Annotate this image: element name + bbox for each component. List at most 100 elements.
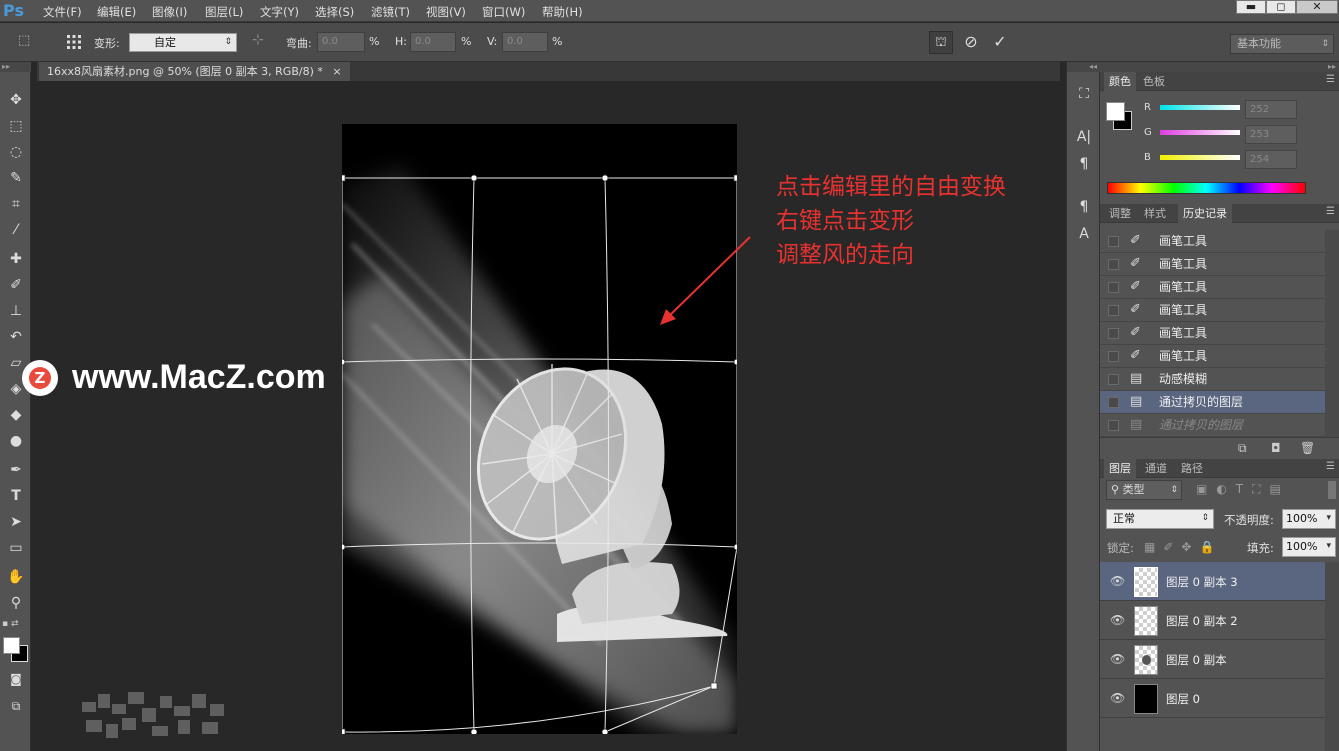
h-distortion-input[interactable]: 0.0 [410, 32, 456, 52]
layer-row[interactable]: 👁 图层 0 [1100, 679, 1325, 718]
blur-tool-icon[interactable]: ◆ [5, 405, 27, 425]
close-document-icon[interactable]: × [332, 65, 341, 78]
menu-select[interactable]: 选择(S) [315, 4, 354, 20]
history-checkbox[interactable] [1108, 259, 1119, 270]
commit-transform-icon[interactable]: ✓ [990, 32, 1010, 52]
quick-selection-tool-icon[interactable]: ✎ [5, 168, 27, 188]
collapse-arrows-icon[interactable]: ▸▸ [0, 62, 31, 72]
layer-name[interactable]: 图层 0 副本 2 [1166, 613, 1238, 629]
brush-tool-icon[interactable]: ✐ [5, 275, 27, 295]
lasso-tool-icon[interactable]: ◌ [5, 142, 27, 162]
history-checkbox[interactable] [1108, 305, 1119, 316]
history-item[interactable]: ✐ 画笔工具 [1100, 299, 1325, 322]
menu-filter[interactable]: 滤镜(T) [371, 4, 410, 20]
channel-g-slider[interactable] [1160, 130, 1240, 135]
menu-help[interactable]: 帮助(H) [542, 4, 583, 20]
foreground-color-swatch[interactable] [3, 637, 20, 654]
tab-adjustments[interactable]: 调整 [1104, 204, 1136, 223]
opacity-input[interactable]: 100% ▾ [1282, 509, 1336, 529]
tab-channels[interactable]: 通道 [1140, 459, 1172, 478]
hand-tool-icon[interactable]: ✋ [5, 567, 27, 587]
history-checkbox[interactable] [1108, 374, 1119, 385]
paragraph-panel-icon[interactable]: ¶ [1073, 154, 1095, 174]
warp-orientation-icon[interactable]: ⊹ [252, 32, 272, 52]
workspace-select[interactable]: 基本功能 ⇕ [1230, 34, 1334, 54]
layer-name[interactable]: 图层 0 [1166, 691, 1200, 707]
healing-brush-tool-icon[interactable]: ✚ [5, 249, 27, 269]
new-document-from-state-icon[interactable]: ⧉ [1238, 441, 1247, 456]
default-colors-icon[interactable]: ▪ ⇄ [2, 619, 29, 631]
reference-point-icon[interactable] [64, 32, 86, 52]
cancel-transform-icon[interactable]: ⊘ [961, 32, 981, 52]
lock-icons[interactable]: ▦✐✥🔒 [1144, 540, 1222, 554]
warp-style-select[interactable]: 自定 ⇕ [129, 33, 237, 52]
channel-b-slider[interactable] [1160, 155, 1240, 160]
marquee-tool-icon[interactable]: ⬚ [5, 116, 27, 136]
dodge-tool-icon[interactable]: ● [5, 431, 27, 451]
menu-file[interactable]: 文件(F) [43, 4, 82, 20]
channel-g-value[interactable]: 253 [1245, 125, 1297, 144]
history-item[interactable]: ✐ 画笔工具 [1100, 253, 1325, 276]
move-tool-icon[interactable]: ✥ [5, 90, 27, 110]
color-fg-swatch[interactable] [1106, 102, 1125, 121]
layer-filter-icons[interactable]: ▣◐T⛶▤ [1196, 482, 1290, 497]
menu-view[interactable]: 视图(V) [426, 4, 466, 20]
v-distortion-input[interactable]: 0.0 [502, 32, 548, 52]
tab-swatches[interactable]: 色板 [1138, 72, 1170, 91]
history-checkbox[interactable] [1108, 397, 1119, 408]
document-tab[interactable]: 16xx8风扇素材.png @ 50% (图层 0 副本 3, RGB/8) *… [39, 62, 350, 81]
visibility-eye-icon[interactable]: 👁 [1110, 613, 1125, 627]
transform-tool-icon[interactable]: ⬚ [18, 33, 38, 51]
history-item[interactable]: ✐ 画笔工具 [1100, 345, 1325, 368]
character-styles-icon[interactable]: A [1073, 224, 1095, 244]
visibility-eye-icon[interactable]: 👁 [1110, 574, 1125, 588]
history-checkbox[interactable] [1108, 282, 1119, 293]
layer-row[interactable]: 👁 图层 0 副本 2 [1100, 601, 1325, 640]
history-item[interactable]: ▤ 动感模糊 [1100, 368, 1325, 391]
collapse-strip-icon[interactable]: ◂◂ [1067, 62, 1100, 72]
tab-color[interactable]: 颜色 [1104, 72, 1136, 91]
panel-menu-icon[interactable]: ☰ [1326, 74, 1335, 85]
visibility-eye-icon[interactable]: 👁 [1110, 691, 1125, 705]
type-tool-icon[interactable]: T [5, 486, 27, 506]
color-spectrum-bar[interactable] [1107, 182, 1306, 194]
history-checkbox[interactable] [1108, 236, 1119, 247]
minimize-button[interactable]: ▬ [1236, 0, 1266, 14]
menu-image[interactable]: 图像(I) [152, 4, 187, 20]
snapshot-camera-icon[interactable]: ◘ [1271, 441, 1281, 455]
tab-history[interactable]: 历史记录 [1178, 204, 1232, 223]
menu-window[interactable]: 窗口(W) [482, 4, 525, 20]
menu-type[interactable]: 文字(Y) [260, 4, 299, 20]
tab-paths[interactable]: 路径 [1176, 459, 1208, 478]
document-canvas[interactable] [342, 124, 737, 734]
paragraph-styles-icon[interactable]: ¶ [1073, 197, 1095, 217]
channel-b-value[interactable]: 254 [1245, 150, 1297, 169]
eyedropper-tool-icon[interactable]: ⁄ [5, 220, 27, 240]
zoom-tool-icon[interactable]: ⚲ [5, 593, 27, 613]
channel-r-value[interactable]: 252 [1245, 100, 1297, 119]
history-item-selected[interactable]: ▤ 通过拷贝的图层 [1100, 391, 1325, 414]
visibility-eye-icon[interactable]: 👁 [1110, 652, 1125, 666]
history-item[interactable]: ✐ 画笔工具 [1100, 230, 1325, 253]
fill-input[interactable]: 100% ▾ [1282, 537, 1336, 557]
history-checkbox[interactable] [1108, 420, 1119, 431]
menu-layer[interactable]: 图层(L) [205, 4, 243, 20]
bend-input[interactable]: 0.0 [317, 32, 365, 52]
3d-panel-icon[interactable]: ⛶ [1073, 84, 1095, 104]
clone-stamp-tool-icon[interactable]: ⊥ [5, 301, 27, 321]
filter-toggle[interactable] [1328, 481, 1336, 499]
blend-mode-select[interactable]: 正常 ⇕ [1106, 509, 1214, 529]
screen-mode-icon[interactable]: ⧉ [5, 696, 27, 716]
character-panel-icon[interactable]: A| [1073, 127, 1095, 147]
history-scrollbar[interactable] [1325, 230, 1339, 437]
tab-styles[interactable]: 样式 [1139, 204, 1171, 223]
rectangle-tool-icon[interactable]: ▭ [5, 538, 27, 558]
maximize-button[interactable]: ◻ [1266, 0, 1296, 14]
menu-edit[interactable]: 编辑(E) [97, 4, 136, 20]
layer-row-selected[interactable]: 👁 图层 0 副本 3 [1100, 562, 1325, 601]
history-item-dimmed[interactable]: ▤ 通过拷贝的图层 [1100, 414, 1325, 437]
history-checkbox[interactable] [1108, 328, 1119, 339]
tab-layers[interactable]: 图层 [1104, 459, 1136, 478]
history-item[interactable]: ✐ 画笔工具 [1100, 276, 1325, 299]
history-brush-tool-icon[interactable]: ↶ [5, 327, 27, 347]
